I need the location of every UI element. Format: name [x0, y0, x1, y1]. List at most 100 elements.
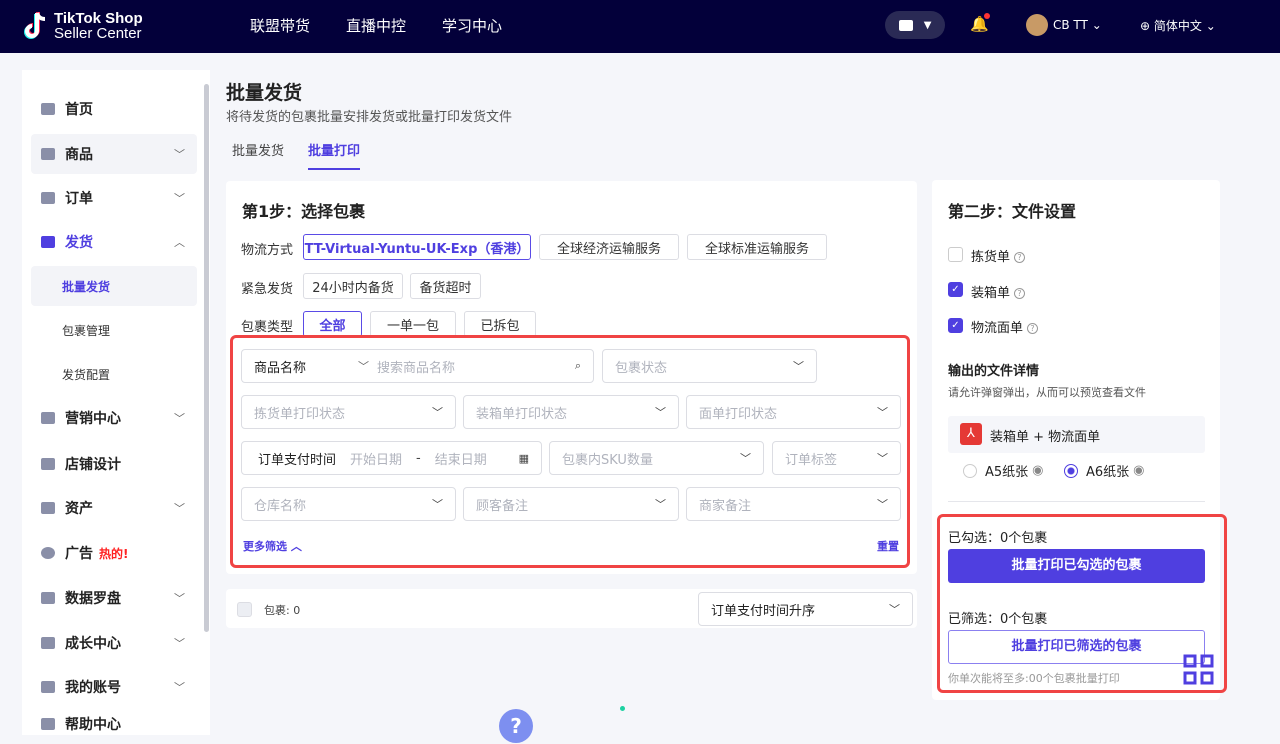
sidebar-item-store-design[interactable]: 店铺设计 [31, 444, 197, 484]
chart-icon [41, 592, 55, 604]
sidebar-item-marketing[interactable]: 营销中心 ﹀ [31, 398, 197, 438]
product-field-select: 商品名称 [254, 360, 307, 376]
chevron-down-icon: ﹀ [174, 192, 185, 205]
sidebar-item-ads[interactable]: 广告 热的! [31, 533, 197, 573]
page-subtitle: 将待发货的包裹批量安排发货或批量打印发货文件 [226, 110, 513, 125]
order-icon [41, 192, 55, 204]
sidebar-item-orders[interactable]: 订单 ﹀ [31, 178, 197, 218]
sidebar-item-home[interactable]: 首页 [31, 89, 197, 129]
pay-time-range[interactable]: 订单支付时间 开始日期 - 结束日期 ▦ [241, 441, 542, 475]
search-input: 搜索商品名称 [377, 360, 456, 376]
sidebar-sub-ship-config[interactable]: 发货配置 [31, 354, 197, 394]
sidebar-sub-packages[interactable]: 包裹管理 [31, 310, 197, 350]
label-status-select[interactable]: 面单打印状态 ﹀ [686, 395, 901, 429]
more-filters-link[interactable]: 更多筛选 ︿ [243, 538, 302, 554]
chevron-down-icon: ▼ [923, 19, 932, 31]
warehouse-select[interactable]: 仓库名称 ﹀ [241, 487, 456, 521]
chat-button[interactable]: ▼ [885, 11, 945, 39]
megaphone-icon [41, 412, 55, 424]
type-option[interactable]: 全部 [303, 311, 362, 337]
nav-live[interactable]: 直播中控 [346, 15, 406, 36]
shipping-label-checkbox[interactable]: ✓ [948, 318, 963, 333]
help-icon [41, 718, 55, 730]
checked-count: 已勾选：0个包裹 [948, 531, 1048, 546]
print-filtered-button[interactable]: 批量打印已筛选的包裹 [948, 630, 1205, 664]
nav-affiliate[interactable]: 联盟带货 [250, 15, 310, 36]
sidebar-item-data[interactable]: 数据罗盘 ﹀ [31, 578, 197, 618]
sidebar-item-help[interactable]: 帮助中心 [31, 704, 197, 744]
output-title: 输出的文件详情 [948, 364, 1040, 379]
type-option[interactable]: 已拆包 [464, 311, 536, 337]
order-tag-select[interactable]: 订单标签 ﹀ [772, 441, 901, 475]
help-float-button[interactable]: ? [499, 709, 533, 743]
logistics-option[interactable]: TT-Virtual-Yuntu-UK-Exp（香港） [303, 234, 531, 260]
chat-icon [898, 19, 913, 31]
top-header: TikTok Shop Seller Center 联盟带货 直播中控 学习中心 … [0, 0, 1280, 53]
truck-icon [41, 236, 55, 248]
search-icon: ⌕ [574, 359, 581, 372]
logistics-option[interactable]: 全球经济运输服务 [539, 234, 679, 260]
page-title: 批量发货 [226, 82, 303, 104]
logistics-option[interactable]: 全球标准运输服务 [687, 234, 827, 260]
help-icon: ? [1014, 288, 1026, 299]
packing-list-checkbox[interactable]: ✓ [948, 282, 963, 297]
sidebar-item-assets[interactable]: 资产 ﹀ [31, 488, 197, 528]
nav-learning[interactable]: 学习中心 [442, 15, 502, 36]
product-search[interactable]: 商品名称 ﹀ 搜索商品名称 ⌕ [241, 349, 594, 383]
seller-note-select[interactable]: 商家备注 ﹀ [686, 487, 901, 521]
ad-icon [41, 547, 55, 559]
type-label: 包裹类型 [241, 320, 294, 335]
package-status-select[interactable]: 包裹状态 ﹀ [602, 349, 817, 383]
store-icon [41, 458, 55, 470]
home-icon [41, 103, 55, 115]
step1-title: 第1步：选择包裹 [242, 202, 366, 221]
end-date-input: 结束日期 [434, 452, 487, 468]
sidebar-scrollbar[interactable] [204, 84, 209, 632]
type-option[interactable]: 一单一包 [370, 311, 456, 337]
print-checked-button[interactable]: 批量打印已勾选的包裹 [948, 549, 1205, 583]
sidebar-item-products[interactable]: 商品 ﹀ [31, 134, 197, 174]
language-select[interactable]: ⊕ 简体中文 ⌄ [1140, 17, 1216, 34]
logo[interactable]: TikTok Shop Seller Center [22, 10, 143, 42]
tab-bulk-print[interactable]: 批量打印 [308, 140, 361, 170]
output-file: ⅄ 装箱单 + 物流面单 [948, 416, 1205, 453]
sidebar-item-growth[interactable]: 成长中心 ﹀ [31, 623, 197, 663]
logistics-label: 物流方式 [241, 243, 294, 258]
pick-status-select[interactable]: 拣货单打印状态 ﹀ [241, 395, 456, 429]
help-icon: ? [1027, 323, 1039, 334]
urgent-option[interactable]: 备货超时 [410, 273, 481, 299]
qr-grid-icon[interactable] [1183, 654, 1214, 685]
sidebar-item-account[interactable]: 我的账号 ﹀ [31, 667, 197, 707]
sidebar: 首页 商品 ﹀ 订单 ﹀ 发货 ︿ 批量发货 包裹管理 发货配置 营销中心 ﹀ 店铺设计… [22, 70, 210, 735]
output-hint: 请允许弹窗弹出，从而可以预览查看文件 [948, 386, 1146, 399]
packing-status-select[interactable]: 装箱单打印状态 ﹀ [463, 395, 679, 429]
sku-count-select[interactable]: 包裹内SKU数量 ﹀ [549, 441, 764, 475]
sort-select[interactable]: 订单支付时间升序 ﹀ [698, 592, 913, 626]
select-all-checkbox[interactable] [237, 602, 252, 617]
pick-list-checkbox[interactable] [948, 247, 963, 262]
user-icon [41, 681, 55, 693]
eye-icon: ◉ [1133, 463, 1145, 478]
pdf-icon: ⅄ [960, 423, 982, 445]
tiktok-logo-icon [24, 12, 46, 39]
buyer-note-select[interactable]: 顾客备注 ﹀ [463, 487, 679, 521]
tab-bulk-ship[interactable]: 批量发货 [232, 140, 284, 159]
pick-list-label: 拣货单? [971, 246, 1026, 265]
avatar[interactable] [1026, 14, 1048, 36]
urgent-option[interactable]: 24小时内备货 [303, 273, 403, 299]
chevron-up-icon: ︿ [174, 236, 185, 249]
chevron-down-icon: ﹀ [174, 148, 185, 161]
filtered-count: 已筛选：0个包裹 [948, 612, 1048, 627]
bag-icon [41, 148, 55, 160]
sidebar-sub-bulk-ship[interactable]: 批量发货 [31, 266, 197, 306]
urgent-label: 紧急发货 [241, 282, 294, 297]
user-menu[interactable]: CB TT ⌄ [1053, 18, 1102, 32]
globe-icon: ⊕ [1140, 19, 1151, 33]
paper-a6-radio[interactable]: A6纸张 ◉ [1064, 461, 1145, 480]
medal-icon [41, 637, 55, 649]
limit-note: 你单次能将至多:00个包裹批量打印 [948, 672, 1120, 685]
paper-a5-radio[interactable]: A5纸张 ◉ [963, 461, 1044, 480]
sidebar-item-shipping[interactable]: 发货 ︿ [31, 222, 197, 262]
reset-link[interactable]: 重置 [877, 538, 899, 554]
card-icon [41, 502, 55, 514]
